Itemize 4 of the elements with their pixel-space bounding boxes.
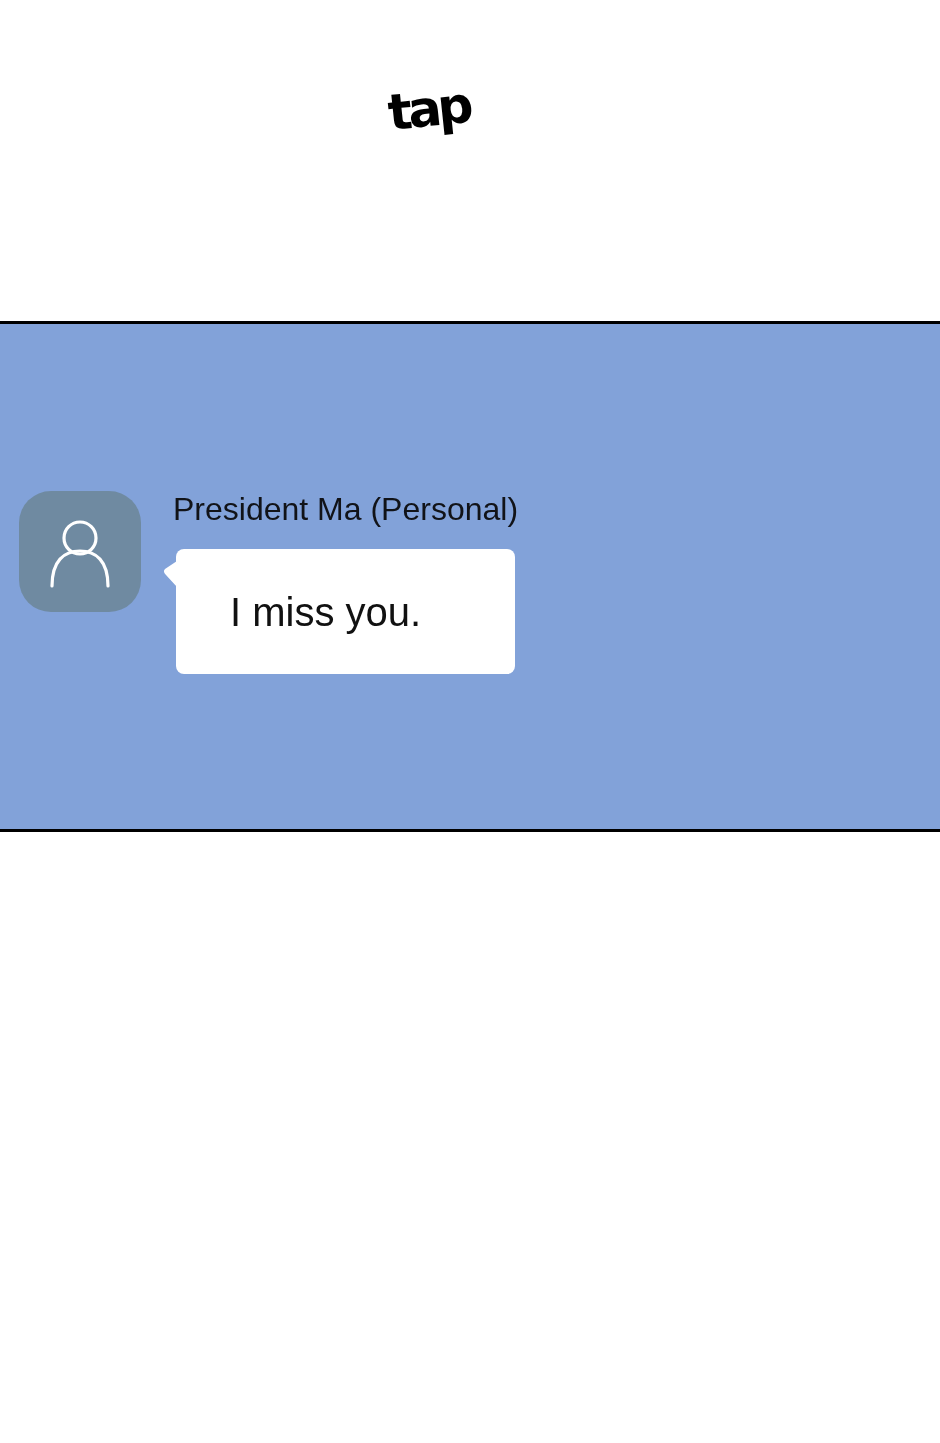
message-text: I miss you.	[230, 588, 422, 635]
sender-name: President Ma (Personal)	[173, 490, 519, 528]
avatar-icon	[19, 491, 141, 612]
sound-effect-text: tap	[384, 74, 473, 145]
